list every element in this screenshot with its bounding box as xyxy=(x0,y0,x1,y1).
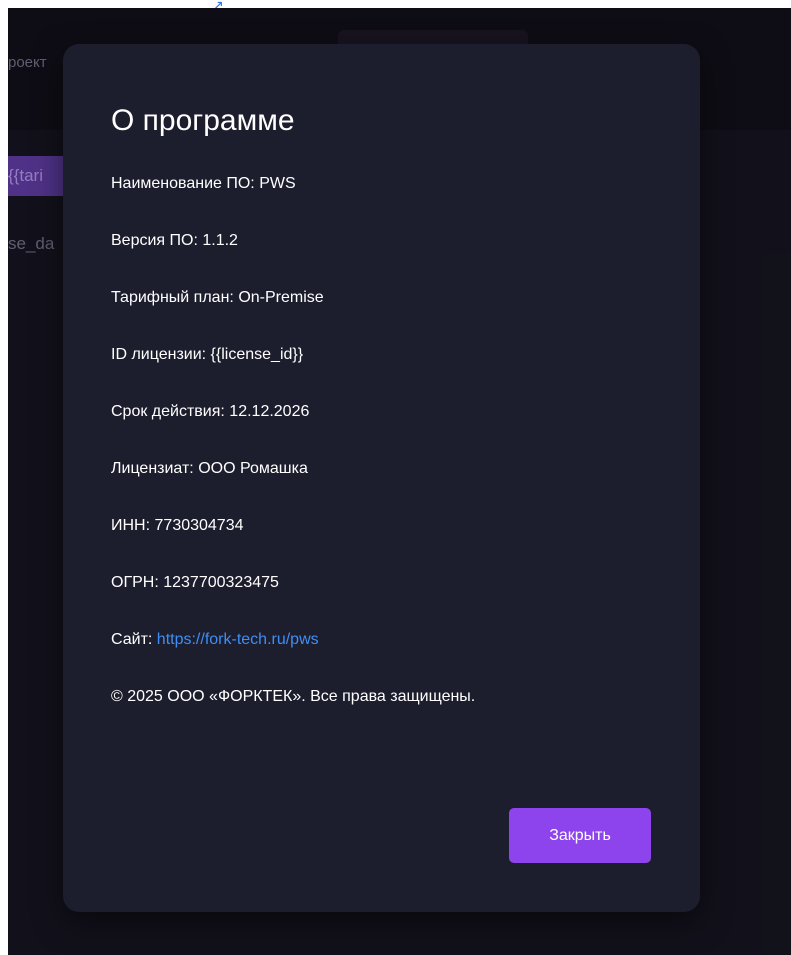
about-dialog: О программе Наименование ПО: PWS Версия … xyxy=(63,44,700,912)
info-label: ID лицензии: xyxy=(111,346,207,363)
dialog-title: О программе xyxy=(111,104,295,137)
info-row-version: Версия ПО: 1.1.2 xyxy=(111,227,671,284)
info-label: Наименование ПО: xyxy=(111,175,255,192)
copyright-text: © 2025 ООО «ФОРКТЕК». Все права защищены… xyxy=(111,688,476,705)
info-value: PWS xyxy=(259,175,296,192)
site-link[interactable]: https://fork-tech.ru/pws xyxy=(157,631,319,648)
info-row-product-name: Наименование ПО: PWS xyxy=(111,170,671,227)
info-row-license-id: ID лицензии: {{license_id}} xyxy=(111,341,671,398)
info-value: 1.1.2 xyxy=(202,232,238,249)
info-value: ООО Ромашка xyxy=(198,460,308,477)
info-label: Срок действия: xyxy=(111,403,225,420)
info-row-site: Сайт: https://fork-tech.ru/pws xyxy=(111,626,671,683)
info-label: Тарифный план: xyxy=(111,289,234,306)
info-list: Наименование ПО: PWS Версия ПО: 1.1.2 Та… xyxy=(111,170,671,740)
app-window: роект {{tari se_da О программе Наименова… xyxy=(8,8,791,955)
info-value: 12.12.2026 xyxy=(229,403,310,420)
info-label: ИНН: xyxy=(111,517,151,534)
info-row-tariff: Тарифный план: On-Premise xyxy=(111,284,671,341)
info-value: {{license_id}} xyxy=(210,346,304,363)
info-value: On-Premise xyxy=(238,289,324,306)
close-button[interactable]: Закрыть xyxy=(509,808,651,863)
info-row-expiry: Срок действия: 12.12.2026 xyxy=(111,398,671,455)
info-value: 1237700323475 xyxy=(163,574,279,591)
top-strip xyxy=(0,0,791,8)
info-label: Лицензиат: xyxy=(111,460,194,477)
info-label: Сайт: xyxy=(111,631,153,648)
info-row-ogrn: ОГРН: 1237700323475 xyxy=(111,569,671,626)
info-value: 7730304734 xyxy=(154,517,244,534)
info-row-inn: ИНН: 7730304734 xyxy=(111,512,671,569)
info-label: ОГРН: xyxy=(111,574,159,591)
info-label: Версия ПО: xyxy=(111,232,198,249)
info-row-licensee: Лицензиат: ООО Ромашка xyxy=(111,455,671,512)
modal-overlay: О программе Наименование ПО: PWS Версия … xyxy=(8,8,791,955)
